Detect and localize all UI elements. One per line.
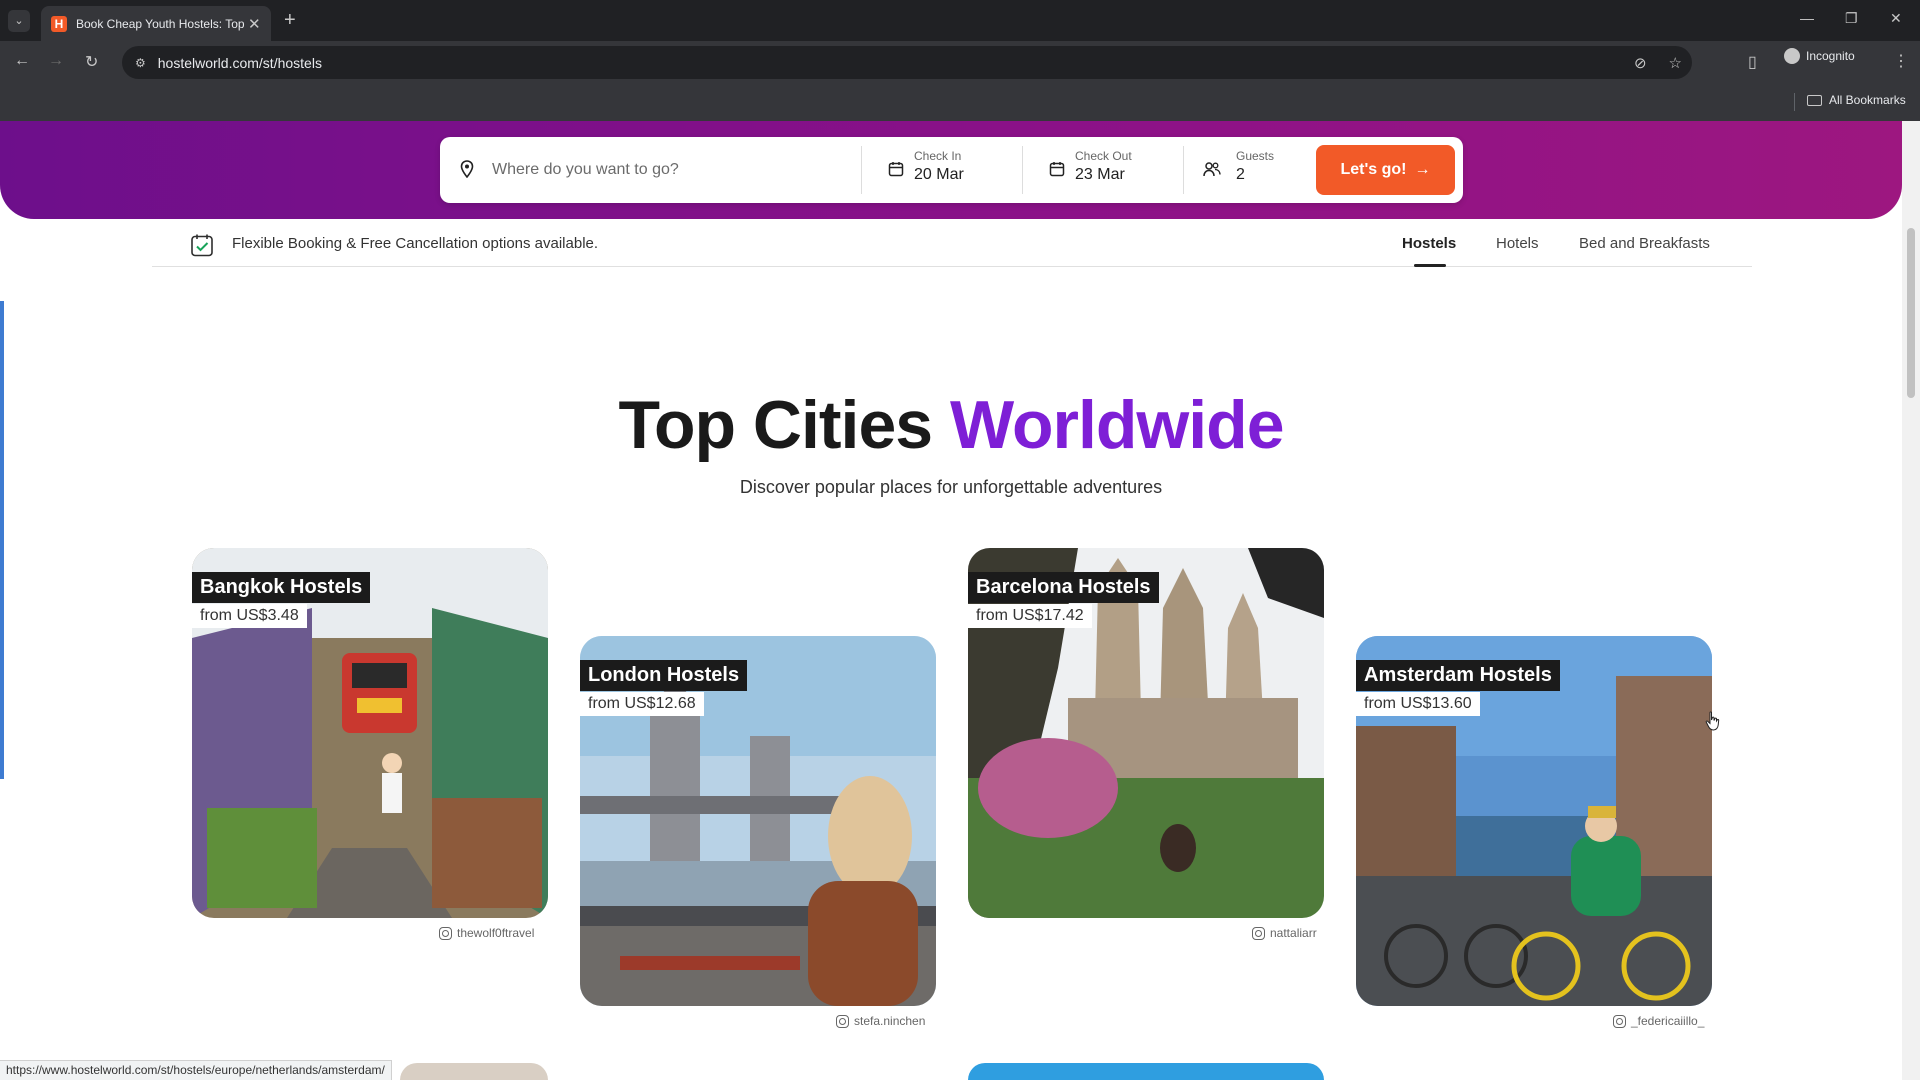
next-card-peek[interactable] [400, 1063, 548, 1080]
check-out-label: Check Out [1075, 149, 1132, 163]
tab-hostels[interactable]: Hostels [1402, 235, 1456, 252]
incognito-icon [1784, 48, 1800, 64]
url-text[interactable]: hostelworld.com/st/hostels [158, 55, 322, 71]
credit-handle: _federicaiillo_ [1631, 1014, 1705, 1028]
active-tab-indicator [1414, 264, 1446, 267]
city-price: from US$12.68 [580, 692, 704, 716]
instagram-icon [439, 926, 452, 940]
instagram-icon [836, 1014, 849, 1028]
incognito-indicator[interactable]: Incognito [1784, 48, 1855, 64]
check-out-value: 23 Mar [1075, 166, 1125, 183]
instagram-icon [1252, 926, 1265, 940]
lets-go-button[interactable]: Let's go! → [1316, 145, 1455, 195]
credit-handle: stefa.ninchen [854, 1014, 926, 1028]
tab-search-button[interactable]: ⌄ [8, 9, 30, 32]
city-card-london[interactable]: London Hostels from US$12.68 [580, 636, 936, 1006]
title-main: Top Cities [618, 387, 933, 463]
city-name: Bangkok Hostels [192, 572, 371, 603]
city-name: London Hostels [580, 660, 748, 691]
search-bar: Check In 20 Mar Check Out 23 Mar Guests … [440, 137, 1463, 203]
credit-handle: nattaliarr [1270, 926, 1317, 940]
city-price: from US$13.60 [1356, 692, 1480, 716]
page-content: Check In 20 Mar Check Out 23 Mar Guests … [0, 121, 1920, 1080]
city-name: Barcelona Hostels [968, 572, 1159, 603]
photo-credit[interactable]: thewolf0ftravel [439, 926, 534, 940]
calendar-icon [1049, 162, 1065, 177]
new-tab-button[interactable]: + [284, 9, 296, 32]
destination-input[interactable] [492, 157, 832, 183]
hostelworld-favicon: H [51, 15, 67, 32]
section-subtitle: Discover popular places for unforgettabl… [739, 477, 1163, 497]
site-info-icon[interactable]: ⚙ [135, 56, 146, 70]
side-panel-icon[interactable]: ▯ [1748, 52, 1757, 72]
photo-credit[interactable]: stefa.ninchen [836, 1014, 925, 1028]
status-bar-url: https://www.hostelworld.com/st/hostels/e… [0, 1060, 392, 1080]
all-bookmarks-button[interactable]: All Bookmarks [1807, 93, 1906, 107]
incognito-label: Incognito [1806, 49, 1855, 63]
guests-field[interactable]: Guests 2 [1236, 149, 1274, 184]
scrollbar-thumb[interactable] [1907, 228, 1915, 398]
city-card-barcelona[interactable]: Barcelona Hostels from US$17.42 [968, 548, 1324, 918]
check-in-value: 20 Mar [914, 166, 964, 183]
photo-credit[interactable]: _federicaiillo_ [1613, 1014, 1704, 1028]
search-divider [1183, 146, 1184, 194]
address-bar[interactable]: ⚙ hostelworld.com/st/hostels ⊘ ☆ [122, 46, 1692, 79]
bookmarks-bar: All Bookmarks [0, 83, 1920, 121]
tab-bed-and-breakfasts[interactable]: Bed and Breakfasts [1579, 235, 1710, 252]
all-bookmarks-label: All Bookmarks [1829, 93, 1906, 107]
flexible-booking-text: Flexible Booking & Free Cancellation opt… [232, 235, 599, 252]
tab-hotels[interactable]: Hotels [1496, 235, 1539, 252]
close-tab-icon[interactable]: ✕ [248, 15, 261, 33]
next-card-peek[interactable] [968, 1063, 1324, 1080]
bookmark-star-icon[interactable]: ☆ [1669, 54, 1682, 72]
city-card-bangkok[interactable]: Bangkok Hostels from US$3.48 [192, 548, 548, 918]
check-out-field[interactable]: Check Out 23 Mar [1075, 149, 1132, 184]
instagram-icon [1613, 1014, 1626, 1028]
browser-tab-bar: ⌄ H Book Cheap Youth Hostels: Top ✕ + — … [0, 0, 1920, 41]
city-price: from US$17.42 [968, 604, 1092, 628]
guests-value: 2 [1236, 166, 1245, 183]
close-window-icon[interactable]: ✕ [1890, 10, 1902, 27]
browser-menu-icon[interactable]: ⋮ [1893, 51, 1909, 71]
calendar-icon [888, 162, 904, 177]
arrow-right-icon: → [1414, 161, 1431, 178]
title-accent: Worldwide [950, 387, 1285, 463]
minimize-icon[interactable]: — [1800, 10, 1814, 26]
city-card-amsterdam[interactable]: Amsterdam Hostels from US$13.60 [1356, 636, 1712, 1006]
check-in-label: Check In [914, 149, 962, 163]
forward-icon[interactable]: → [48, 52, 64, 70]
section-title: Top Cities Worldwide [0, 386, 1902, 464]
credit-handle: thewolf0ftravel [457, 926, 535, 940]
guests-label: Guests [1236, 149, 1275, 163]
search-divider [1022, 146, 1023, 194]
guests-icon [1203, 162, 1221, 177]
location-pin-icon [460, 160, 474, 178]
check-in-field[interactable]: Check In 20 Mar [914, 149, 964, 184]
folder-icon [1807, 94, 1822, 106]
left-accent-bar [0, 301, 4, 779]
city-name: Amsterdam Hostels [1356, 660, 1560, 691]
search-divider [861, 146, 862, 194]
tab-title: Book Cheap Youth Hostels: Top [76, 16, 245, 31]
hand-cursor-icon [1705, 711, 1720, 731]
city-price: from US$3.48 [192, 604, 307, 628]
photo-credit[interactable]: nattaliarr [1252, 926, 1317, 940]
lets-go-label: Let's go! [1340, 161, 1407, 178]
info-bar: Flexible Booking & Free Cancellation opt… [152, 221, 1752, 267]
bookmarks-divider [1794, 93, 1795, 111]
browser-tab[interactable]: H Book Cheap Youth Hostels: Top ✕ [41, 6, 271, 41]
browser-toolbar: ← → ↻ ⚙ hostelworld.com/st/hostels ⊘ ☆ ▯… [0, 41, 1920, 83]
restore-icon[interactable]: ❐ [1845, 10, 1858, 27]
back-icon[interactable]: ← [14, 52, 30, 70]
reload-icon[interactable]: ↻ [85, 52, 98, 72]
tracking-protection-icon[interactable]: ⊘ [1634, 54, 1647, 72]
calendar-check-icon [191, 234, 213, 257]
page-scrollbar[interactable] [1902, 121, 1920, 1080]
